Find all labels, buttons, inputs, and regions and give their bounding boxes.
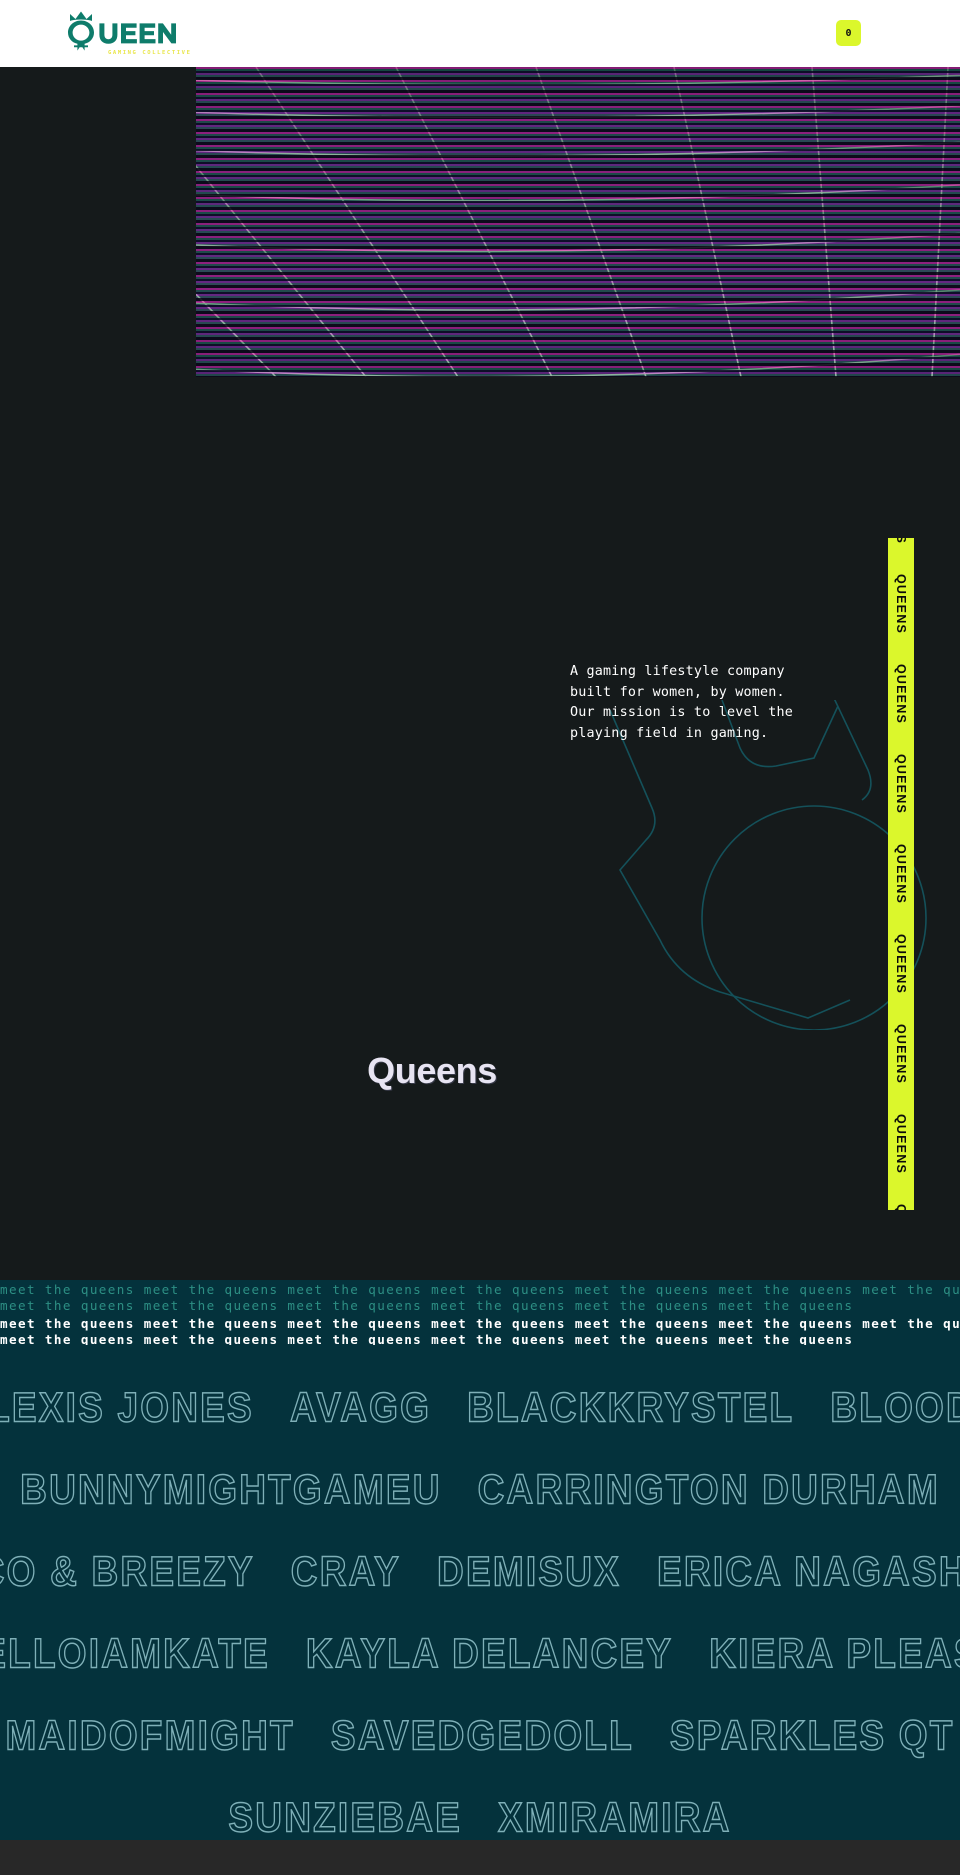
ticker-word: QUEENS <box>894 574 908 634</box>
creator-row: BUNNYMIGHTGAMEU CARRINGTON DURHAM <box>0 1449 960 1531</box>
mission-line-3: Our mission is to level the <box>570 705 794 720</box>
ticker-word: QUEENS <box>894 1024 908 1084</box>
cart-count-badge[interactable]: 0 <box>836 20 861 46</box>
creator-name[interactable]: BLACKKRYSTEL <box>466 1384 794 1431</box>
mission-line-4: playing field in gaming. <box>570 725 769 741</box>
vertical-queens-ticker: QUEENS QUEENS QUEENS QUEENS QUEENS QUEEN… <box>888 538 914 1210</box>
site-logo[interactable]: GAMING COLLECTIVE <box>66 11 190 57</box>
page-root: GAMING COLLECTIVE 0 QUEENS QUEENS QUEENS… <box>0 0 960 1875</box>
ticker-word: QUEENS <box>894 664 908 724</box>
mission-line-1: A gaming lifestyle company <box>570 664 785 679</box>
creator-name[interactable]: DEMISUX <box>436 1548 621 1595</box>
site-header: GAMING COLLECTIVE 0 <box>0 0 960 67</box>
creators-section: ALEXIS JONES AVAGG BLACKKRYSTEL BLOODY B… <box>0 1345 960 1841</box>
creator-name[interactable]: COCO & BREEZY <box>0 1548 255 1595</box>
mission-statement: A gaming lifestyle company built for wom… <box>570 662 870 744</box>
creator-name[interactable]: KAYLA DELANCEY <box>305 1630 673 1677</box>
creator-name[interactable]: CARRINGTON DURHAM <box>477 1466 940 1513</box>
creator-name[interactable]: BUNNYMIGHTGAMEU <box>20 1466 441 1513</box>
ticker-word: QUEENS <box>894 538 908 544</box>
cart-count-value: 0 <box>845 27 852 39</box>
page-title: Queens <box>367 1050 497 1091</box>
crown-queen-icon <box>68 11 176 51</box>
creator-name[interactable]: SUNZIEBAE <box>228 1794 462 1841</box>
creator-name[interactable]: SAVEDGEDOLL <box>330 1712 634 1759</box>
creator-name[interactable]: HELLOIAMKATE <box>0 1630 270 1677</box>
marquee-row-dim: meet the queens meet the queens meet the… <box>0 1282 960 1313</box>
creator-row: COCO & BREEZY CRAY DEMISUX ERICA NAGASHI… <box>0 1531 960 1613</box>
ticker-word: QUEENS <box>894 1114 908 1174</box>
creator-name[interactable]: CRAY <box>290 1548 401 1595</box>
creator-name[interactable]: AVAGG <box>289 1384 431 1431</box>
creator-name[interactable]: SPARKLES QT <box>669 1712 955 1759</box>
creator-name[interactable]: KIERA PLEASE <box>709 1630 960 1677</box>
creator-name[interactable]: ERICA NAGASHIMA <box>656 1548 960 1595</box>
marquee-row-bright: meet the queens meet the queens meet the… <box>0 1316 960 1345</box>
creator-name[interactable]: ALEXIS JONES <box>0 1384 254 1431</box>
ticker-word: QUEENS <box>894 1204 908 1210</box>
creator-name[interactable]: XMIRAMIRA <box>497 1794 732 1841</box>
creator-row: MAIDOFMIGHT SAVEDGEDOLL SPARKLES QT <box>0 1695 960 1777</box>
meet-the-queens-marquee: meet the queens meet the queens meet the… <box>0 1280 960 1345</box>
ticker-word: QUEENS <box>894 934 908 994</box>
vertical-ticker-inner: QUEENS QUEENS QUEENS QUEENS QUEENS QUEEN… <box>888 538 914 1210</box>
logo-tagline: GAMING COLLECTIVE <box>108 50 192 56</box>
ticker-word: QUEENS <box>894 754 908 814</box>
hero-grid-image <box>196 67 960 377</box>
hero-scanlines <box>196 67 960 377</box>
creator-name[interactable]: MAIDOFMIGHT <box>5 1712 294 1759</box>
ticker-word: QUEENS <box>894 844 908 904</box>
creator-row: HELLOIAMKATE KAYLA DELANCEY KIERA PLEASE <box>0 1613 960 1695</box>
creator-name[interactable]: BLOODY <box>830 1384 960 1431</box>
footer-bar <box>0 1840 960 1875</box>
mission-line-2: built for women, by women. <box>570 684 785 700</box>
creator-row: ALEXIS JONES AVAGG BLACKKRYSTEL BLOODY <box>0 1367 960 1449</box>
